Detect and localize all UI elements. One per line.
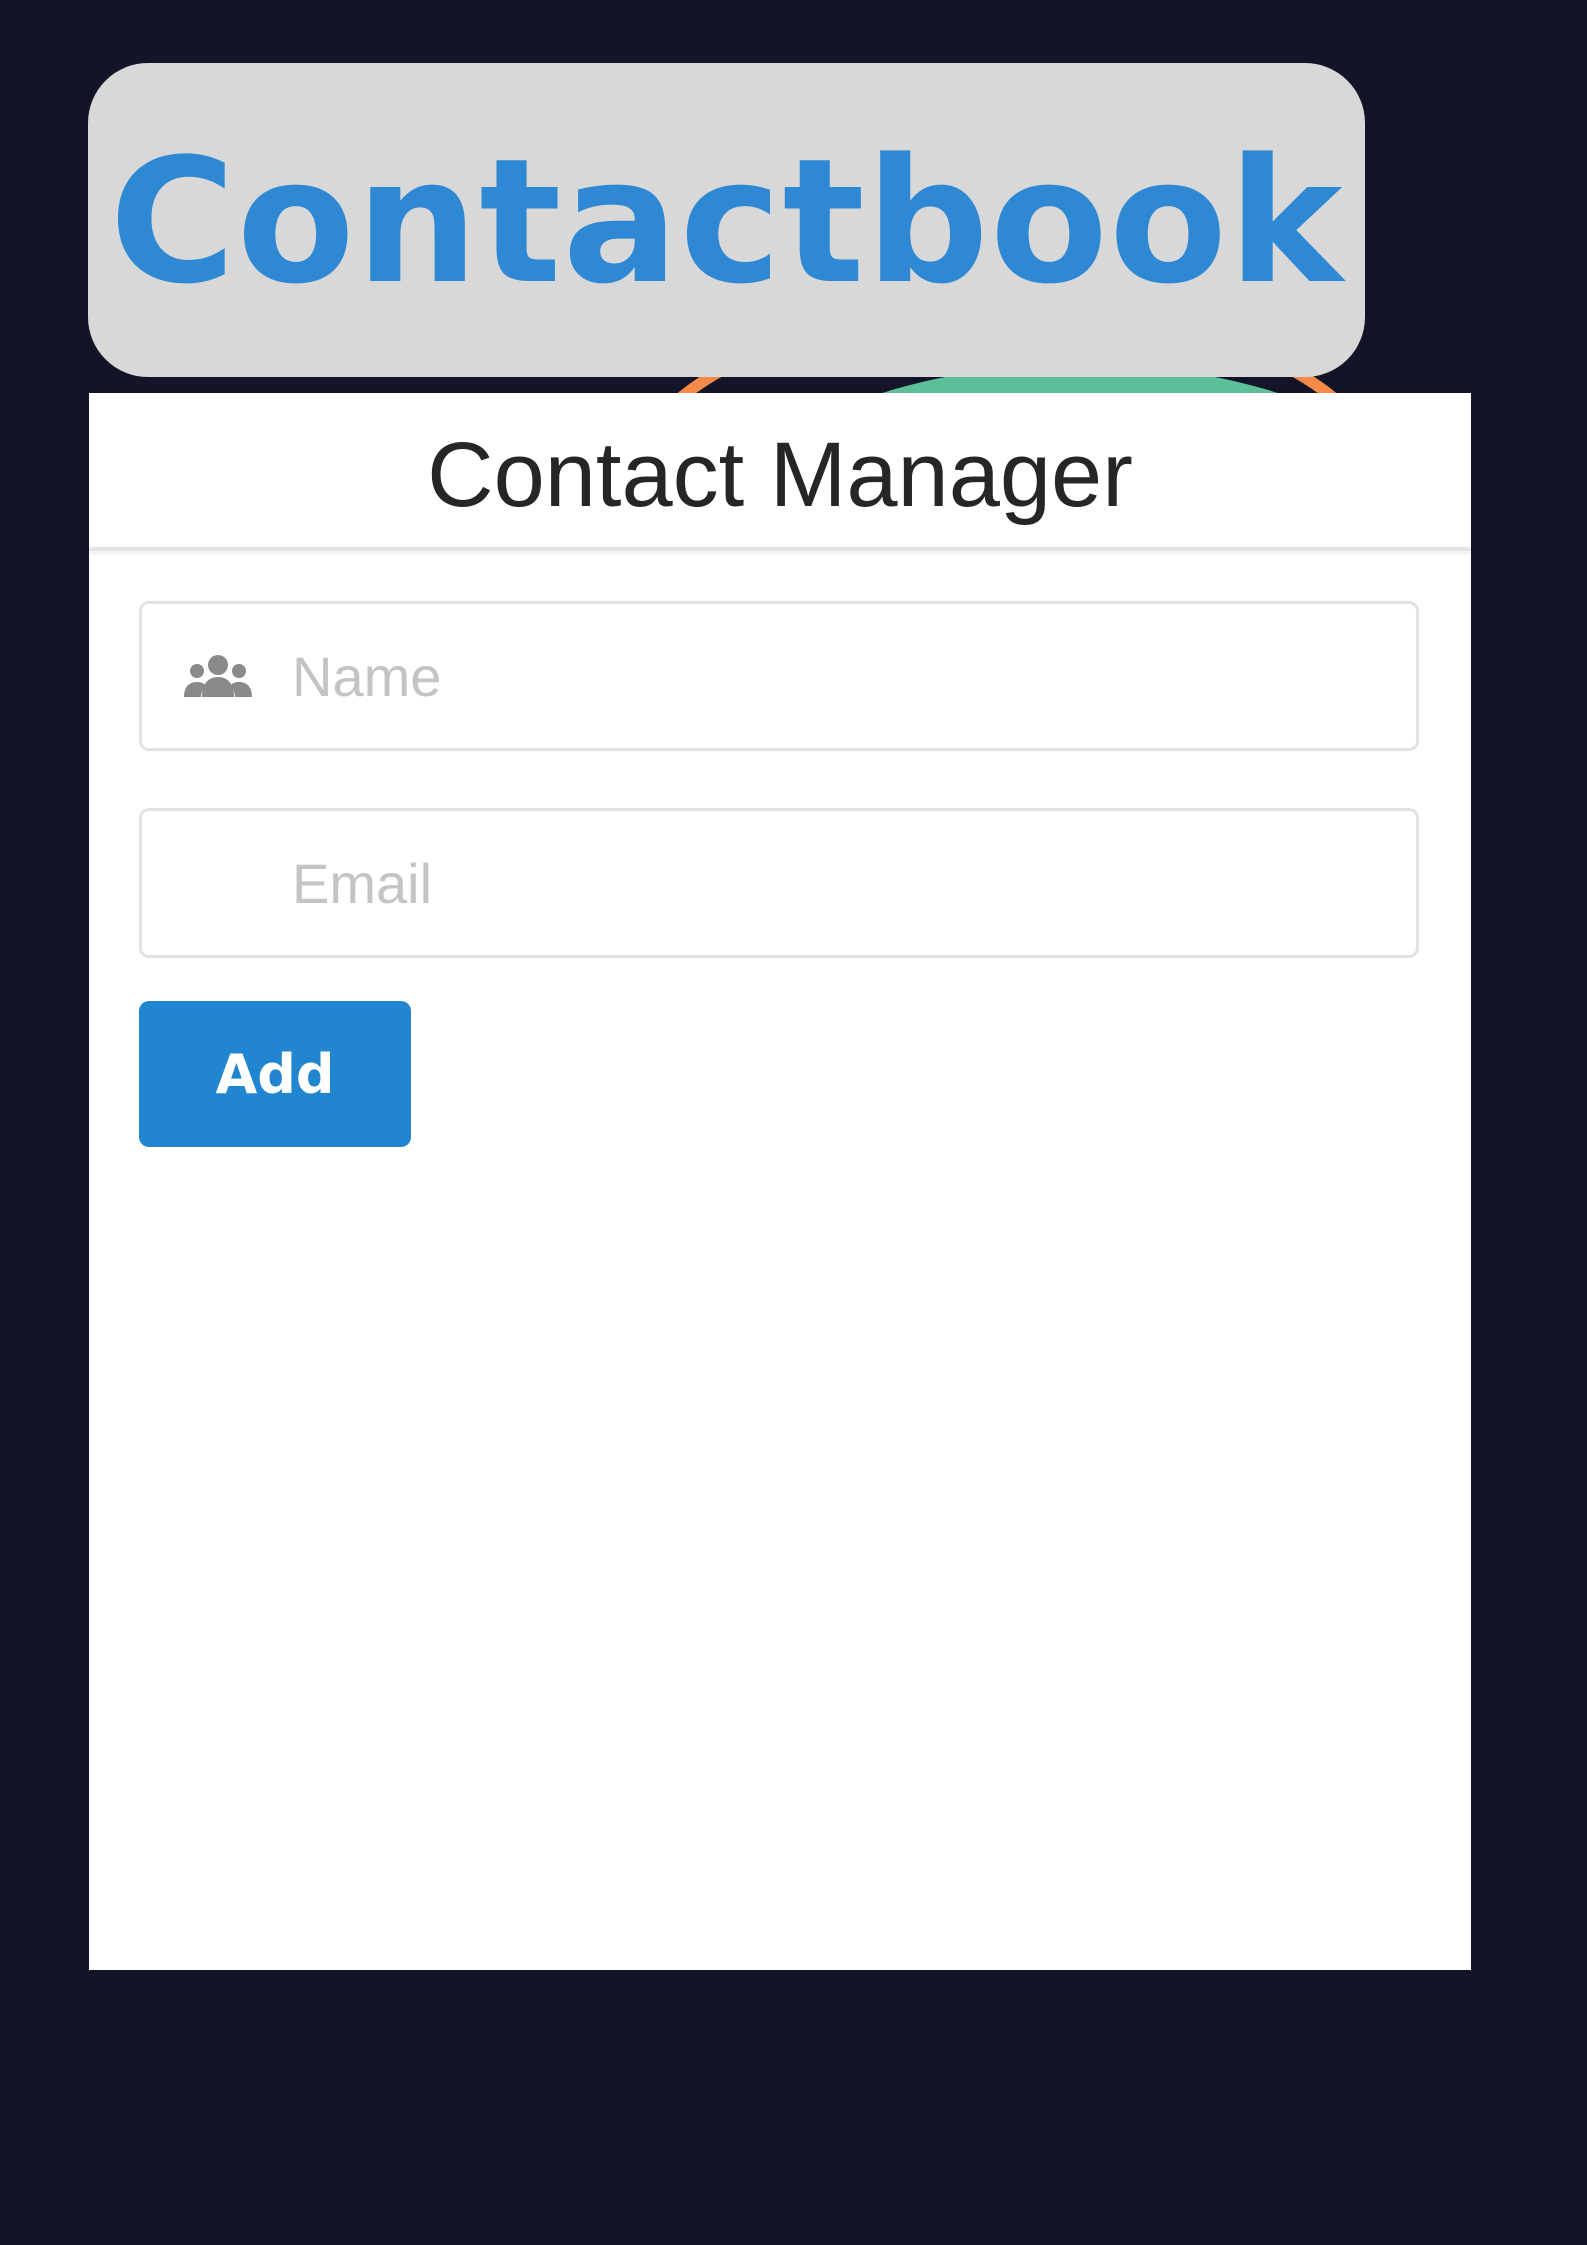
add-button[interactable]: Add — [139, 1001, 411, 1147]
email-field[interactable] — [139, 808, 1419, 958]
card-header: Contact Manager — [89, 393, 1471, 551]
contact-manager-card: Contact Manager Add — [89, 393, 1471, 1970]
name-field[interactable] — [139, 601, 1419, 751]
users-icon — [184, 655, 252, 697]
contact-form: Add — [89, 551, 1471, 1147]
email-input[interactable] — [142, 811, 1416, 955]
app-banner: Contactbook — [88, 63, 1365, 377]
name-input[interactable] — [142, 604, 1416, 748]
app-title: Contactbook — [109, 121, 1344, 322]
page-title: Contact Manager — [427, 424, 1133, 526]
